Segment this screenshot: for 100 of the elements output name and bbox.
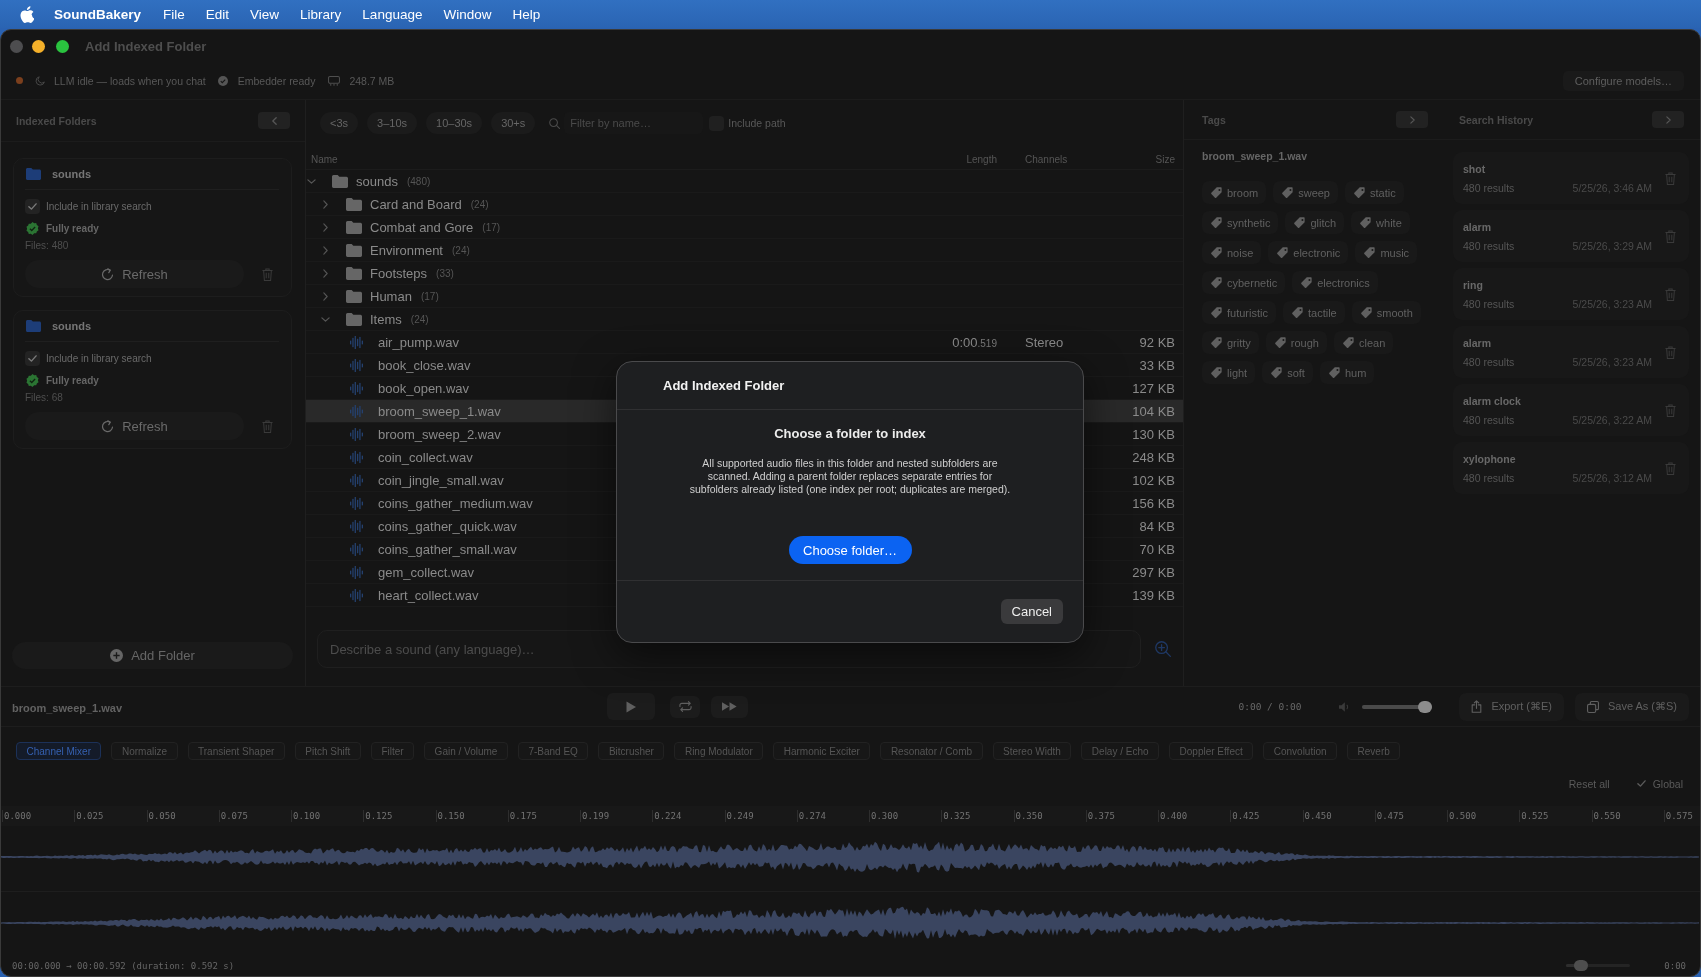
effect-tab[interactable]: Pitch Shift bbox=[294, 742, 361, 760]
app-menu[interactable]: SoundBakery bbox=[54, 6, 142, 22]
apple-logo-icon[interactable] bbox=[20, 5, 34, 23]
effect-tab[interactable]: Transient Shaper bbox=[187, 742, 285, 760]
slider-thumb[interactable] bbox=[1573, 960, 1588, 971]
tag-chip[interactable]: glitch bbox=[1285, 211, 1345, 234]
effect-tab[interactable]: Reverb bbox=[1347, 742, 1401, 760]
file-size: 33 KB bbox=[1139, 358, 1175, 373]
export-button[interactable]: Export (⌘E) bbox=[1459, 692, 1564, 721]
loop-button[interactable] bbox=[670, 695, 700, 718]
menu-item[interactable]: Library bbox=[300, 6, 342, 22]
trash-icon[interactable] bbox=[1665, 171, 1676, 185]
trash-icon[interactable] bbox=[1665, 287, 1676, 301]
menu-item[interactable]: View bbox=[250, 6, 280, 22]
refresh-button[interactable]: Refresh bbox=[25, 412, 244, 440]
cancel-button[interactable]: Cancel bbox=[1000, 599, 1063, 624]
menu-item[interactable]: Language bbox=[362, 6, 423, 22]
status-text: Fully ready bbox=[46, 374, 99, 386]
trash-icon[interactable] bbox=[1665, 461, 1676, 475]
tag-chip[interactable]: smooth bbox=[1351, 301, 1421, 324]
filter-chip[interactable]: 30+s bbox=[491, 112, 536, 134]
tag-chip[interactable]: white bbox=[1351, 211, 1410, 234]
effect-tab[interactable]: Channel Mixer bbox=[16, 742, 102, 760]
tag-chip[interactable]: sweep bbox=[1273, 181, 1338, 204]
dialog-message: All supported audio files in this folder and nested subfolders are scanned. Adding a parent folder replaces separate entries for subfolders already listed (one index per root; duplicates are merged). bbox=[688, 457, 1012, 496]
collapse-button[interactable] bbox=[1396, 111, 1428, 128]
effect-tab[interactable]: Normalize bbox=[111, 742, 178, 760]
tag-chip[interactable]: light bbox=[1202, 361, 1256, 384]
tag-chip[interactable]: synthetic bbox=[1202, 211, 1279, 234]
effect-tab[interactable]: 7-Band EQ bbox=[517, 742, 589, 760]
folder-row[interactable]: Card and Board (24) bbox=[306, 193, 1183, 216]
slider-thumb[interactable] bbox=[1418, 700, 1433, 713]
fast-forward-button[interactable] bbox=[711, 695, 748, 718]
folder-row[interactable]: Combat and Gore (17) bbox=[306, 216, 1183, 239]
refresh-button[interactable]: Refresh bbox=[25, 260, 244, 288]
tag-chip[interactable]: futuristic bbox=[1202, 301, 1276, 324]
tag-icon bbox=[1211, 277, 1222, 288]
tag-chip[interactable]: gritty bbox=[1202, 331, 1259, 354]
collapse-button[interactable] bbox=[258, 112, 290, 129]
tag-chip[interactable]: clean bbox=[1334, 331, 1394, 354]
filter-chip[interactable]: <3s bbox=[320, 112, 359, 134]
effect-tab[interactable]: Gain / Volume bbox=[424, 742, 508, 760]
effect-tab[interactable]: Filter bbox=[370, 742, 415, 760]
magnifier-plus-icon[interactable] bbox=[1155, 641, 1171, 657]
tag-chip[interactable]: electronic bbox=[1268, 241, 1349, 264]
tag-chip[interactable]: music bbox=[1355, 241, 1418, 264]
menu-item[interactable]: File bbox=[163, 6, 185, 22]
effect-tab[interactable]: Bitcrusher bbox=[598, 742, 665, 760]
configure-models-button[interactable]: Configure models… bbox=[1562, 70, 1684, 91]
menu-item[interactable]: Edit bbox=[205, 6, 230, 22]
search-query: shot bbox=[1463, 162, 1486, 175]
tag-chip[interactable]: cybernetic bbox=[1202, 271, 1286, 294]
menu-item[interactable]: Help bbox=[512, 6, 541, 22]
tag-chip[interactable]: broom bbox=[1202, 181, 1267, 204]
folder-row[interactable]: Human (17) bbox=[306, 285, 1183, 308]
trash-icon[interactable] bbox=[1665, 345, 1676, 359]
trash-icon[interactable] bbox=[1665, 403, 1676, 417]
checkbox[interactable] bbox=[25, 198, 40, 214]
tag-chip[interactable]: noise bbox=[1202, 241, 1262, 264]
filter-chip[interactable]: 3–10s bbox=[367, 112, 418, 134]
folder-row[interactable]: Footsteps (33) bbox=[306, 262, 1183, 285]
folder-row[interactable]: Environment (24) bbox=[306, 239, 1183, 262]
effect-tab[interactable]: Harmonic Exciter bbox=[773, 742, 871, 760]
save-as-button[interactable]: Save As (⌘S) bbox=[1574, 692, 1689, 721]
zoom-button[interactable] bbox=[56, 39, 69, 53]
tag-chip[interactable]: rough bbox=[1265, 331, 1327, 354]
trash-icon[interactable] bbox=[262, 267, 273, 281]
folder-row[interactable]: Items (24) bbox=[306, 308, 1183, 331]
close-button[interactable] bbox=[10, 39, 23, 53]
effect-tab[interactable]: Convolution bbox=[1263, 742, 1338, 760]
tag-icon bbox=[1364, 247, 1376, 258]
tick-label: 0.050 bbox=[148, 811, 176, 821]
filter-chip[interactable]: 10–30s bbox=[426, 112, 483, 134]
effect-tab[interactable]: Doppler Effect bbox=[1169, 742, 1254, 760]
effect-tab[interactable]: Resonator / Comb bbox=[880, 742, 983, 760]
checkbox[interactable] bbox=[1635, 778, 1647, 789]
collapse-button[interactable] bbox=[1652, 111, 1684, 128]
audio-wave-icon bbox=[350, 427, 363, 441]
chevron-right-icon bbox=[1665, 115, 1671, 124]
tag-chip[interactable]: hum bbox=[1319, 361, 1375, 384]
add-folder-button[interactable]: Add Folder bbox=[12, 642, 293, 669]
tag-chip[interactable]: static bbox=[1345, 181, 1404, 204]
file-row[interactable]: air_pump.wav 0:00.519 Stereo 92 KB bbox=[306, 331, 1183, 354]
reset-all-button[interactable]: Reset all bbox=[1568, 777, 1610, 790]
play-button[interactable] bbox=[607, 693, 655, 720]
minimize-button[interactable] bbox=[32, 39, 45, 53]
folder-row[interactable]: sounds (480) bbox=[306, 170, 1183, 193]
choose-folder-button[interactable]: Choose folder… bbox=[788, 536, 912, 564]
effect-tab[interactable]: Delay / Echo bbox=[1081, 742, 1160, 760]
menu-item[interactable]: Window bbox=[443, 6, 492, 22]
effect-tab[interactable]: Stereo Width bbox=[992, 742, 1072, 760]
tag-chip[interactable]: tactile bbox=[1282, 301, 1345, 324]
tag-chip[interactable]: soft bbox=[1262, 361, 1313, 384]
file-size: 102 KB bbox=[1132, 473, 1175, 488]
item-count: (24) bbox=[452, 244, 470, 256]
trash-icon[interactable] bbox=[1665, 229, 1676, 243]
effect-tab[interactable]: Ring Modulator bbox=[674, 742, 764, 760]
tag-chip[interactable]: electronics bbox=[1292, 271, 1378, 294]
trash-icon[interactable] bbox=[262, 419, 273, 433]
checkbox[interactable] bbox=[25, 350, 40, 366]
